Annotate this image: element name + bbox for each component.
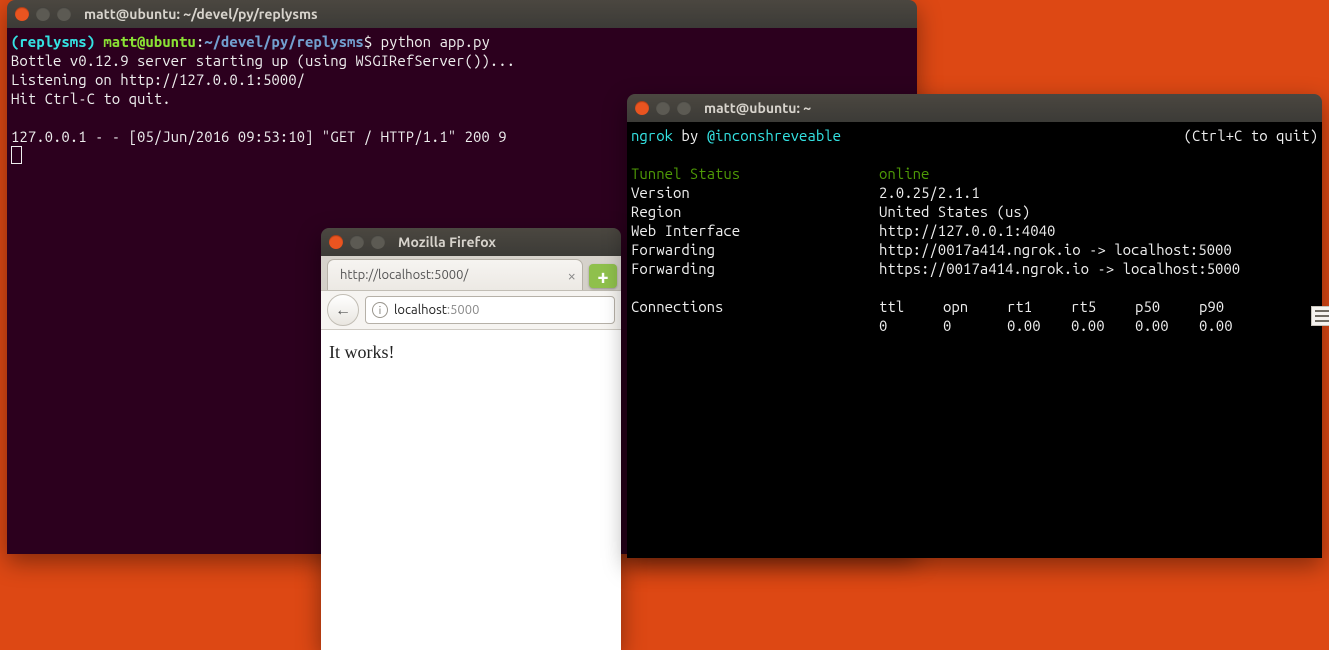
ngrok-quit-hint: (Ctrl+C to quit) <box>1184 126 1318 145</box>
page-content: It works! <box>321 330 621 650</box>
prompt-sep: : <box>196 33 204 50</box>
hamburger-icon[interactable] <box>1311 306 1329 326</box>
close-icon[interactable] <box>635 101 649 115</box>
arrow-left-icon: ← <box>335 301 351 320</box>
conn-h: p90 <box>1199 298 1224 315</box>
url-host: localhost <box>394 303 447 317</box>
maximize-icon[interactable] <box>677 101 691 115</box>
conn-h: opn <box>943 297 1007 316</box>
conn-h: ttl <box>879 297 943 316</box>
tab-label: http://localhost:5000/ <box>340 268 468 282</box>
firefox-window[interactable]: Mozilla Firefox http://localhost:5000/ ×… <box>321 228 621 650</box>
window-title: matt@ubuntu: ~/devel/py/replysms <box>84 6 318 22</box>
row-label: Version <box>631 183 879 202</box>
window-title: matt@ubuntu: ~ <box>704 100 811 116</box>
close-icon[interactable] <box>15 7 29 21</box>
output-line: 127.0.0.1 - - [05/Jun/2016 09:53:10] "GE… <box>11 128 507 145</box>
titlebar[interactable]: matt@ubuntu: ~ <box>627 94 1322 122</box>
command-text: python app.py <box>381 33 490 50</box>
new-tab-button[interactable]: + <box>589 264 617 288</box>
cursor-icon <box>11 146 22 164</box>
minimize-icon[interactable] <box>350 235 364 249</box>
ngrok-app-label: ngrok <box>631 127 673 144</box>
titlebar[interactable]: matt@ubuntu: ~/devel/py/replysms <box>7 0 917 28</box>
nav-bar: ← i localhost:5000 <box>321 290 621 329</box>
terminal-output[interactable]: ngrok by @inconshreveable (Ctrl+C to quit… <box>627 122 1322 558</box>
row-value: https://0017a414.ngrok.io -> localhost:5… <box>879 260 1240 277</box>
terminal-ngrok-window[interactable]: matt@ubuntu: ~ ngrok by @inconshreveable… <box>627 94 1322 558</box>
row-value: http://127.0.0.1:4040 <box>879 222 1055 239</box>
prompt-path: ~/devel/py/replysms <box>204 33 364 50</box>
minimize-icon[interactable] <box>36 7 50 21</box>
conn-v: 0 <box>879 316 943 335</box>
output-line: Hit Ctrl-C to quit. <box>11 90 171 107</box>
conn-v: 0 <box>943 316 1007 335</box>
page-text: It works! <box>329 342 395 362</box>
conn-h: rt1 <box>1007 297 1071 316</box>
row-value: http://0017a414.ngrok.io -> localhost:50… <box>879 241 1232 258</box>
ngrok-by: by <box>673 127 707 144</box>
row-label: Forwarding <box>631 259 879 278</box>
output-line: Listening on http://127.0.0.1:5000/ <box>11 71 305 88</box>
conn-v: 0.00 <box>1135 316 1199 335</box>
back-button[interactable]: ← <box>327 294 359 326</box>
minimize-icon[interactable] <box>656 101 670 115</box>
url-port: :5000 <box>447 303 480 317</box>
connections-label: Connections <box>631 297 879 316</box>
maximize-icon[interactable] <box>57 7 71 21</box>
tab-bar: http://localhost:5000/ × + <box>321 256 621 290</box>
conn-v: 0.00 <box>1199 317 1233 334</box>
conn-h: rt5 <box>1071 297 1135 316</box>
ngrok-author: @inconshreveable <box>707 127 841 144</box>
row-label: Forwarding <box>631 240 879 259</box>
prompt-userhost: matt@ubuntu <box>103 33 195 50</box>
output-line: Bottle v0.12.9 server starting up (using… <box>11 52 515 69</box>
info-icon[interactable]: i <box>372 302 388 318</box>
conn-v: 0.00 <box>1071 316 1135 335</box>
row-label: Region <box>631 202 879 221</box>
titlebar[interactable]: Mozilla Firefox <box>321 228 621 256</box>
row-label: Web Interface <box>631 221 879 240</box>
browser-chrome: http://localhost:5000/ × + ← i localhost… <box>321 256 621 330</box>
window-title: Mozilla Firefox <box>398 234 496 250</box>
tab-close-icon[interactable]: × <box>568 267 576 284</box>
conn-v: 0.00 <box>1007 316 1071 335</box>
plus-icon: + <box>597 265 608 288</box>
maximize-icon[interactable] <box>371 235 385 249</box>
status-label: Tunnel Status <box>631 164 879 183</box>
conn-h: p50 <box>1135 297 1199 316</box>
row-value: 2.0.25/2.1.1 <box>879 184 980 201</box>
venv-label: (replysms) <box>11 33 103 50</box>
close-icon[interactable] <box>329 235 343 249</box>
browser-tab[interactable]: http://localhost:5000/ × <box>327 259 583 290</box>
row-value: United States (us) <box>879 203 1030 220</box>
url-bar[interactable]: i localhost:5000 <box>365 296 615 324</box>
prompt-dollar: $ <box>364 33 381 50</box>
status-value: online <box>879 165 929 182</box>
